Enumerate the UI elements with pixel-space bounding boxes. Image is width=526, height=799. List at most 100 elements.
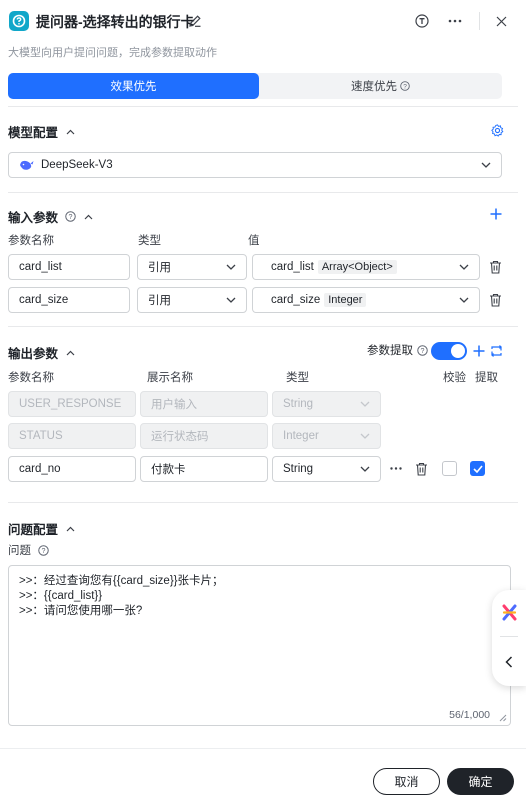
param-type-value: 引用: [148, 295, 171, 307]
extract-label: 参数提取: [367, 345, 413, 357]
output-param-name[interactable]: card_no: [8, 456, 136, 482]
chevron-down-icon: [459, 264, 469, 270]
resize-handle-icon[interactable]: [499, 714, 507, 722]
ref-name: card_size: [271, 294, 321, 306]
question-label-group: 问题 ?: [8, 542, 49, 558]
input-param-type[interactable]: 引用: [137, 287, 247, 313]
svg-text:?: ?: [69, 213, 73, 221]
section-divider: [8, 326, 518, 327]
model-section-header[interactable]: 模型配置: [8, 122, 75, 141]
delete-icon[interactable]: [414, 461, 429, 476]
assistant-logo-icon[interactable]: [500, 603, 518, 621]
output-param-type[interactable]: String: [272, 456, 381, 482]
chevron-down-icon: [360, 433, 370, 439]
chevron-down-icon: [360, 401, 370, 407]
help-icon: ?: [38, 544, 49, 556]
question-line: >>：经过查询您有{{card_size}}张卡片；: [19, 575, 224, 587]
extract-checkbox[interactable]: [470, 461, 485, 476]
output-param-type: String: [272, 391, 381, 417]
footer-divider: [0, 748, 526, 749]
chevron-down-icon: [459, 297, 469, 303]
extract-toggle[interactable]: [431, 342, 467, 360]
param-type-value: String: [283, 463, 314, 475]
column-header-display: 展示名称: [147, 372, 193, 384]
param-type-value: 引用: [148, 262, 171, 274]
chevron-down-icon: [481, 162, 491, 168]
confirm-label: 确定: [468, 775, 493, 789]
section-divider: [8, 502, 518, 503]
display-name-value: 用户输入: [151, 399, 197, 411]
output-param-name: USER_RESPONSE: [8, 391, 136, 417]
more-icon[interactable]: [389, 462, 402, 475]
add-output-icon[interactable]: [472, 344, 485, 357]
cancel-label: 取消: [394, 775, 419, 789]
inputs-section-header[interactable]: 输入参数 ?: [8, 207, 93, 226]
page-title: 提问器-选择转出的银行卡: [36, 14, 195, 30]
help-icon: ?: [417, 344, 428, 356]
input-param-value[interactable]: card_list Array<Object>: [252, 254, 480, 280]
svg-text:?: ?: [42, 547, 46, 555]
more-icon[interactable]: [447, 13, 463, 29]
input-param-name[interactable]: card_size: [8, 287, 130, 313]
question-label: 问题: [8, 545, 31, 557]
validate-checkbox[interactable]: [442, 461, 457, 476]
template-icon[interactable]: [414, 13, 430, 29]
header-divider: [479, 12, 480, 30]
page-subtitle: 大模型向用户提问问题，完成参数提取动作: [8, 47, 217, 59]
section-divider: [8, 106, 518, 107]
param-name-value: STATUS: [19, 430, 63, 442]
chevron-up-icon: [66, 129, 75, 135]
confirm-button[interactable]: 确定: [447, 768, 514, 795]
question-line: >>：{{card_list}}: [19, 590, 103, 602]
extract-toggle-group: 参数提取 ?: [367, 342, 428, 358]
char-counter: 56/1,000: [449, 709, 490, 721]
chevron-left-icon[interactable]: [503, 656, 515, 668]
svg-text:?: ?: [421, 347, 425, 355]
chevron-up-icon: [66, 526, 75, 532]
ref-name: card_list: [271, 261, 314, 273]
param-type-value: String: [283, 398, 314, 410]
toggle-knob: [451, 344, 465, 358]
input-param-value[interactable]: card_size Integer: [252, 287, 480, 313]
panel-divider: [500, 636, 518, 637]
tab-speed-first[interactable]: 速度优先 ?: [259, 73, 502, 99]
app-logo-icon: [9, 11, 29, 31]
column-header-validate: 校验: [443, 372, 466, 384]
outputs-section-header[interactable]: 输出参数: [8, 343, 75, 362]
input-param-type[interactable]: 引用: [137, 254, 247, 280]
cancel-button[interactable]: 取消: [373, 768, 440, 795]
chevron-up-icon: [66, 350, 75, 356]
ref-type-tag: Array<Object>: [317, 260, 397, 274]
chevron-down-icon: [360, 466, 370, 472]
settings-icon[interactable]: [490, 123, 504, 137]
tab-label: 速度优先: [351, 81, 397, 93]
param-name-value: card_list: [19, 261, 62, 273]
sync-icon[interactable]: [489, 344, 503, 358]
edit-icon[interactable]: [187, 13, 203, 29]
input-param-name[interactable]: card_list: [8, 254, 130, 280]
output-display-name[interactable]: 付款卡: [140, 456, 268, 482]
chevron-down-icon: [226, 297, 236, 303]
mode-tabs: 效果优先 速度优先 ?: [8, 73, 502, 99]
column-header-extract: 提取: [475, 372, 498, 384]
output-param-name: STATUS: [8, 423, 136, 449]
column-header-type: 类型: [286, 372, 309, 384]
section-title: 输出参数: [8, 347, 59, 361]
question-section-header[interactable]: 问题配置: [8, 519, 75, 538]
column-header-name: 参数名称: [8, 372, 54, 384]
output-param-type: Integer: [272, 423, 381, 449]
model-select[interactable]: DeepSeek-V3: [8, 152, 502, 178]
ref-type-tag: Integer: [324, 293, 367, 307]
question-line: >>：请问您使用哪一张?: [19, 605, 143, 617]
delete-icon[interactable]: [488, 259, 503, 274]
question-textarea[interactable]: >>：经过查询您有{{card_size}}张卡片； >>：{{card_lis…: [8, 565, 511, 726]
chevron-down-icon: [226, 264, 236, 270]
tab-quality-first[interactable]: 效果优先: [8, 73, 259, 99]
add-input-icon[interactable]: [489, 207, 502, 220]
column-header-name: 参数名称: [8, 235, 54, 247]
display-name-value: 付款卡: [151, 464, 186, 476]
model-name: DeepSeek-V3: [41, 159, 113, 171]
delete-icon[interactable]: [488, 292, 503, 307]
close-icon[interactable]: [494, 14, 508, 28]
column-header-type: 类型: [138, 235, 161, 247]
